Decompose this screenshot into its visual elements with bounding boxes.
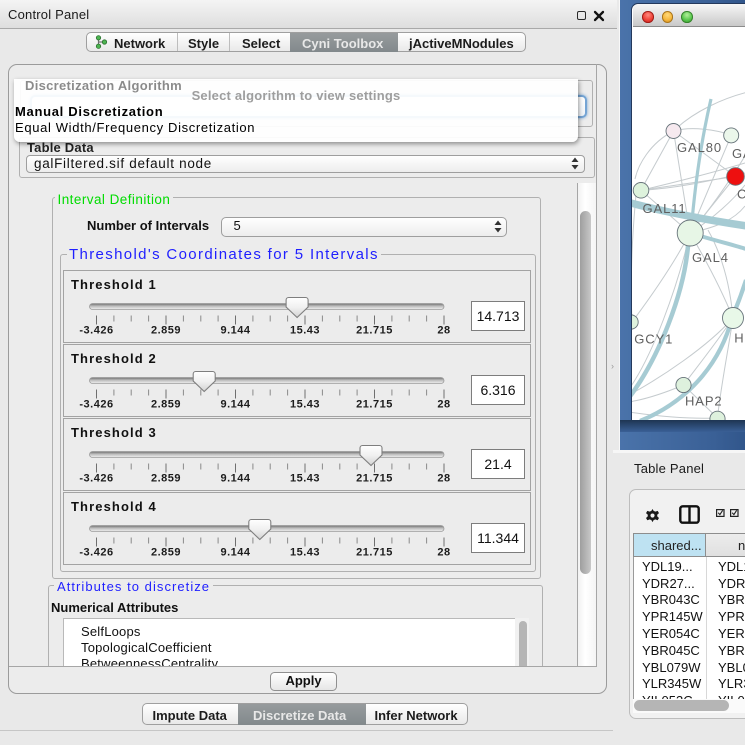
- svg-text:Threshold 1: Threshold 1: [71, 277, 157, 292]
- svg-text:28: 28: [437, 399, 450, 411]
- svg-text:9.144: 9.144: [220, 325, 250, 337]
- svg-text:28: 28: [437, 547, 450, 559]
- svg-text:28: 28: [437, 473, 450, 485]
- svg-text:HAP2: HAP2: [685, 394, 723, 409]
- svg-text:Threshold 3: Threshold 3: [71, 425, 157, 440]
- svg-text:GA: GA: [732, 146, 745, 161]
- svg-text:C: C: [737, 187, 745, 202]
- svg-text:H: H: [734, 330, 744, 345]
- svg-text:GCY1: GCY1: [634, 331, 673, 346]
- svg-text:9.144: 9.144: [220, 473, 250, 485]
- svg-text:Threshold 2: Threshold 2: [71, 351, 157, 366]
- svg-text:21.715: 21.715: [356, 399, 393, 411]
- svg-text:-3.426: -3.426: [79, 473, 113, 485]
- svg-text:15.43: 15.43: [289, 325, 319, 337]
- svg-text:9.144: 9.144: [220, 547, 250, 559]
- svg-text:21.715: 21.715: [356, 325, 393, 337]
- svg-text:15.43: 15.43: [289, 399, 319, 411]
- svg-text:-3.426: -3.426: [79, 399, 113, 411]
- svg-text:-3.426: -3.426: [79, 547, 113, 559]
- svg-text:2.859: 2.859: [150, 547, 180, 559]
- svg-text:Threshold 4: Threshold 4: [71, 499, 157, 514]
- svg-text:21.715: 21.715: [356, 473, 393, 485]
- svg-text:21.715: 21.715: [356, 547, 393, 559]
- svg-text:2.859: 2.859: [150, 473, 180, 485]
- svg-text:9.144: 9.144: [220, 399, 250, 411]
- svg-text:GAL11: GAL11: [643, 201, 687, 216]
- svg-text:15.43: 15.43: [289, 547, 319, 559]
- svg-text:15.43: 15.43: [289, 473, 319, 485]
- svg-text:2.859: 2.859: [150, 325, 180, 337]
- svg-text:2.859: 2.859: [150, 399, 180, 411]
- svg-text:-3.426: -3.426: [79, 325, 113, 337]
- svg-text:GAL4: GAL4: [692, 250, 729, 265]
- svg-text:GAL80: GAL80: [677, 140, 722, 155]
- svg-text:28: 28: [437, 325, 450, 337]
